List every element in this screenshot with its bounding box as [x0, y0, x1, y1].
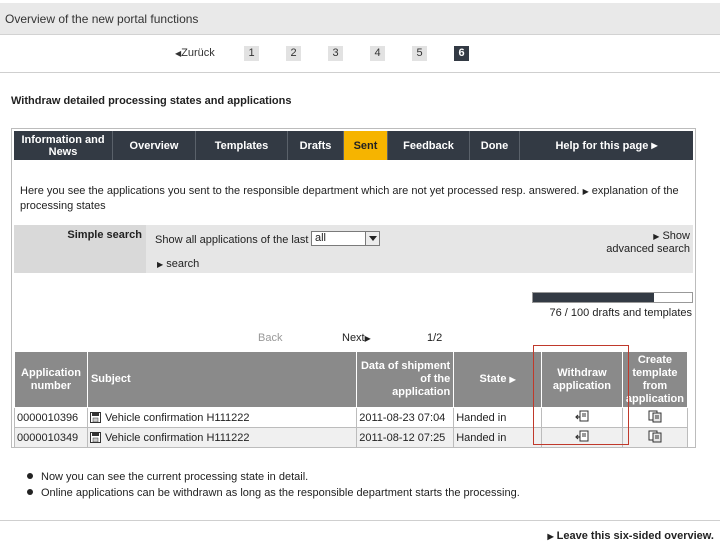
create-template-button[interactable]	[621, 427, 689, 448]
pager-page-6-active[interactable]: 6	[454, 46, 469, 61]
search-link[interactable]: ▶ search	[157, 258, 199, 270]
simple-search-panel: Simple search Show all applications of t…	[14, 225, 693, 273]
tab-templates[interactable]: Templates	[196, 131, 288, 160]
period-select[interactable]: all	[311, 231, 380, 246]
page-header: Overview of the new portal functions	[0, 3, 720, 35]
triangle-right-icon: ▶	[653, 232, 660, 241]
subject-link: Vehicle confirmation H111222	[104, 431, 250, 444]
slide-pager: ◀Zurück 1 2 3 4 5 6	[0, 46, 720, 62]
section-title: Withdraw detailed processing states and …	[11, 95, 292, 107]
list-back-link: Back	[258, 332, 283, 344]
tab-drafts[interactable]: Drafts	[288, 131, 344, 160]
chevron-down-icon[interactable]	[365, 232, 379, 245]
quota-progress-bar	[532, 292, 693, 303]
withdraw-icon	[575, 430, 589, 442]
col-shipment-date[interactable]: Data of shipment of the application	[356, 351, 455, 408]
tab-overview[interactable]: Overview	[113, 131, 196, 160]
tab-done[interactable]: Done	[470, 131, 520, 160]
state-cell: Handed in	[453, 427, 542, 448]
tab-bar: Information and News Overview Templates …	[14, 131, 693, 160]
shipment-date: 2011-08-23 07:04	[356, 407, 455, 428]
copy-template-icon	[648, 410, 662, 422]
triangle-right-icon: ▶	[651, 140, 658, 150]
triangle-right-icon: ▶	[157, 260, 164, 269]
table-row: 0000010396 Vehicle confirmation H111222 …	[14, 407, 689, 428]
list-page-indicator: 1/2	[427, 332, 443, 344]
triangle-right-icon: ▶	[547, 532, 554, 541]
subject-cell[interactable]: Vehicle confirmation H111222	[86, 427, 358, 448]
application-number: 0000010396	[14, 407, 88, 428]
create-template-button[interactable]	[621, 407, 689, 428]
pager-page-5[interactable]: 5	[412, 46, 427, 61]
tab-sent[interactable]: Sent	[344, 131, 388, 160]
pager-page-2[interactable]: 2	[286, 46, 301, 61]
shipment-date: 2011-08-12 07:25	[356, 427, 455, 448]
quota-progress-fill	[533, 293, 654, 302]
tab-feedback[interactable]: Feedback	[388, 131, 470, 160]
copy-template-icon	[648, 430, 662, 442]
pager-page-4[interactable]: 4	[370, 46, 385, 61]
applications-table: Application number Subject Data of shipm…	[14, 351, 689, 448]
triangle-right-icon: ▶	[364, 334, 371, 343]
list-item: Now you can see the current processing s…	[27, 470, 520, 486]
col-subject[interactable]: Subject	[86, 351, 358, 408]
application-number: 0000010349	[14, 427, 88, 448]
simple-search-label: Simple search	[67, 229, 142, 241]
quota-text: 76 / 100 drafts and templates	[549, 307, 692, 319]
col-state[interactable]: State ▶	[453, 351, 542, 408]
list-item: Online applications can be withdrawn as …	[27, 486, 520, 502]
pager-page-3[interactable]: 3	[328, 46, 343, 61]
page-title: Overview of the new portal functions	[5, 12, 199, 26]
portal-frame: Information and News Overview Templates …	[11, 128, 696, 448]
subject-cell[interactable]: Vehicle confirmation H111222	[86, 407, 358, 428]
form-icon	[89, 431, 101, 443]
tab-information-and-news[interactable]: Information and News	[14, 131, 113, 160]
intro-text: Here you see the applications you sent t…	[20, 185, 679, 212]
advanced-search-link[interactable]: ▶ Show advanced search	[606, 230, 690, 256]
col-create-template: Create template from application	[621, 351, 689, 408]
divider	[0, 520, 720, 521]
col-application-number[interactable]: Application number	[14, 351, 88, 408]
triangle-right-icon: ▶	[509, 375, 516, 384]
tab-help[interactable]: Help for this page ▶	[520, 131, 693, 160]
triangle-right-icon: ▶	[582, 187, 589, 196]
subject-link: Vehicle confirmation H111222	[104, 411, 250, 424]
form-icon	[89, 411, 101, 423]
leave-overview-link[interactable]: ▶ Leave this six-sided overview.	[547, 530, 714, 542]
list-next-link[interactable]: Next▶	[342, 332, 371, 344]
pager-back-link[interactable]: ◀Zurück	[175, 47, 215, 59]
withdraw-button[interactable]	[541, 427, 623, 448]
withdraw-button[interactable]	[541, 407, 623, 428]
withdraw-icon	[575, 410, 589, 422]
state-cell: Handed in	[453, 407, 542, 428]
notes-list: Now you can see the current processing s…	[27, 470, 520, 502]
col-withdraw-application: Withdraw application	[541, 351, 623, 408]
divider	[0, 72, 720, 73]
table-row: 0000010349 Vehicle confirmation H111222 …	[14, 427, 689, 448]
show-applications-label: Show all applications of the last :	[155, 234, 315, 246]
pager-page-1[interactable]: 1	[244, 46, 259, 61]
